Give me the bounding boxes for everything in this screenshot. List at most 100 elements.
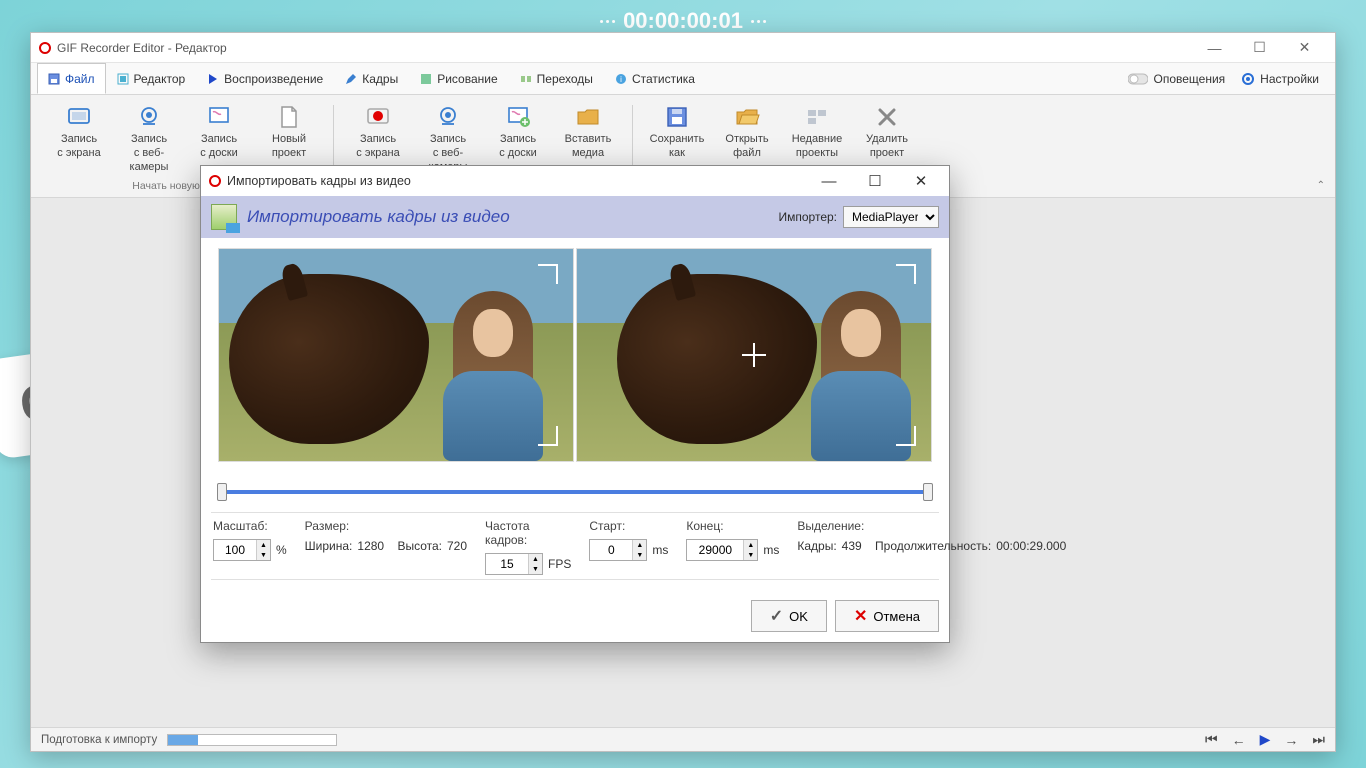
fps-spinner[interactable]: ▲▼ (485, 553, 543, 575)
app-icon (39, 42, 51, 54)
new-file-icon (276, 104, 302, 130)
tab-frames[interactable]: Кадры (334, 63, 409, 94)
board-plus-icon (505, 104, 531, 130)
ribbon-save-as[interactable]: Сохранить как (643, 99, 711, 164)
folder-open-icon (734, 104, 760, 130)
preview-right[interactable] (576, 248, 932, 462)
save-icon (664, 104, 690, 130)
crosshair-icon (742, 343, 766, 367)
importer-label: Импортер: (779, 210, 838, 224)
height-value: 720 (447, 539, 467, 553)
tab-transitions[interactable]: Переходы (509, 63, 604, 94)
tab-drawing[interactable]: Рисование (409, 63, 508, 94)
dialog-title: Импортировать кадры из видео (227, 174, 411, 188)
scale-label: Масштаб: (213, 519, 287, 533)
gear-icon (1241, 72, 1255, 86)
timeline-end-handle[interactable] (923, 483, 933, 501)
window-close-button[interactable]: ✕ (1282, 34, 1327, 62)
webcam-icon (435, 104, 461, 130)
ribbon-recent-projects[interactable]: Недавние проекты (783, 99, 851, 164)
nav-next-button[interactable]: → (1284, 731, 1298, 748)
svg-text:i: i (620, 75, 622, 84)
save-icon (48, 73, 60, 85)
notifications-button[interactable]: Оповещения (1128, 72, 1225, 86)
editor-icon (117, 73, 129, 85)
timeline-start-handle[interactable] (217, 483, 227, 501)
pencil-icon (345, 73, 357, 85)
dialog-maximize-button[interactable]: ☐ (861, 168, 889, 194)
end-label: Конец: (686, 519, 779, 533)
draw-icon (420, 73, 432, 85)
dialog-minimize-button[interactable]: — (815, 168, 843, 194)
scale-input[interactable] (214, 540, 256, 560)
window-minimize-button[interactable]: — (1192, 34, 1237, 62)
width-value: 1280 (357, 539, 384, 553)
info-icon: i (615, 73, 627, 85)
dialog-close-button[interactable]: ✕ (907, 168, 935, 194)
size-label: Размер: (305, 519, 467, 533)
screen-rec-icon (365, 104, 391, 130)
fps-label: Частота кадров: (485, 519, 571, 547)
selection-label: Выделение: (797, 519, 1066, 533)
screen-icon (66, 104, 92, 130)
ribbon-webcam-record[interactable]: Запись с веб-камеры (115, 99, 183, 177)
tab-statistics[interactable]: i Статистика (604, 63, 706, 94)
main-titlebar: GIF Recorder Editor - Редактор — ☐ ✕ (31, 33, 1335, 63)
status-bar: Подготовка к импорту ⏮ ← ▶ → ⏭ (31, 727, 1335, 751)
nav-first-button[interactable]: ⏮ (1205, 731, 1218, 748)
end-input[interactable] (687, 540, 743, 560)
tab-playback[interactable]: Воспроизведение (196, 63, 334, 94)
folder-media-icon (575, 104, 601, 130)
dialog-header: Импортировать кадры из видео Импортер: M… (201, 196, 949, 238)
nav-play-button[interactable]: ▶ (1260, 731, 1271, 748)
start-label: Старт: (589, 519, 668, 533)
duration-value: 00:00:29.000 (996, 539, 1066, 553)
board-icon (206, 104, 232, 130)
check-icon: ✓ (770, 606, 783, 626)
end-spinner[interactable]: ▲▼ (686, 539, 758, 561)
import-dialog: Импортировать кадры из видео — ☐ ✕ Импор… (200, 165, 950, 643)
dialog-header-title: Импортировать кадры из видео (247, 207, 510, 227)
window-maximize-button[interactable]: ☐ (1237, 34, 1282, 62)
ribbon-delete-project[interactable]: Удалить проект (853, 99, 921, 164)
ribbon-collapse-button[interactable]: ⌃ (1317, 180, 1325, 191)
start-input[interactable] (590, 540, 632, 560)
fps-input[interactable] (486, 554, 528, 574)
crop-corner-icon (896, 426, 916, 446)
cancel-button[interactable]: ✕ Отмена (835, 600, 939, 632)
status-progress (167, 734, 337, 746)
crop-corner-icon (538, 426, 558, 446)
delete-icon (874, 104, 900, 130)
x-icon: ✕ (854, 606, 867, 626)
ok-button[interactable]: ✓ OK (751, 600, 827, 632)
start-spinner[interactable]: ▲▼ (589, 539, 647, 561)
tab-file[interactable]: Файл (37, 63, 106, 94)
nav-prev-button[interactable]: ← (1232, 731, 1246, 748)
recent-icon (804, 104, 830, 130)
import-video-icon (211, 204, 237, 230)
preview-left[interactable] (218, 248, 574, 462)
app-icon (209, 175, 221, 187)
scale-spinner[interactable]: ▲▼ (213, 539, 271, 561)
preview-row (211, 248, 939, 462)
ribbon-screen-record[interactable]: Запись с экрана (45, 99, 113, 177)
transitions-icon (520, 73, 532, 85)
play-icon (207, 73, 219, 85)
overlay-timer: 00:00:00:01 (600, 8, 766, 34)
webcam-icon (136, 104, 162, 130)
toggle-icon (1128, 73, 1148, 85)
status-text: Подготовка к импорту (41, 734, 157, 746)
dialog-titlebar[interactable]: Импортировать кадры из видео — ☐ ✕ (201, 166, 949, 196)
crop-corner-icon (896, 264, 916, 284)
main-menu: Файл Редактор Воспроизведение Кадры Рисо… (31, 63, 1335, 95)
ribbon-open-file[interactable]: Открыть файл (713, 99, 781, 164)
settings-button[interactable]: Настройки (1241, 72, 1319, 86)
frames-value: 439 (842, 539, 862, 553)
window-title: GIF Recorder Editor - Редактор (57, 41, 227, 55)
timeline-slider[interactable] (215, 482, 935, 502)
importer-select[interactable]: MediaPlayer (843, 206, 939, 228)
crop-corner-icon (538, 264, 558, 284)
nav-last-button[interactable]: ⏭ (1312, 731, 1325, 748)
tab-editor[interactable]: Редактор (106, 63, 197, 94)
params-bar: Масштаб: ▲▼ % Размер: Ширина: 1280 Высот… (211, 512, 939, 580)
